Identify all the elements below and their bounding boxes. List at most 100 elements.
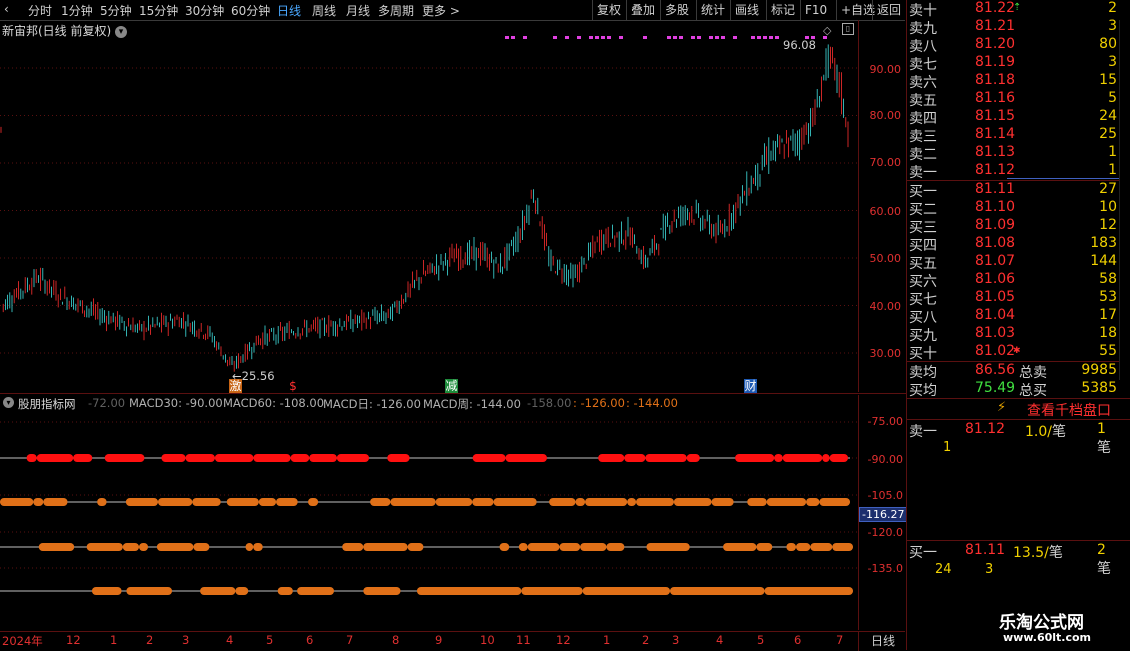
tab-60min[interactable]: 60分钟 — [231, 2, 270, 19]
tab-weekly[interactable]: 周线 — [312, 2, 336, 19]
buy-level-row[interactable]: 买六 81.06 58 — [907, 271, 1119, 290]
sell-level-row[interactable]: 卖八 81.20 80 — [907, 36, 1119, 55]
indicator-segment — [390, 498, 436, 506]
view-depth-button[interactable]: ⚡ 查看千档盘口 — [907, 399, 1130, 419]
tab-5min[interactable]: 5分钟 — [100, 2, 132, 19]
mark-button[interactable]: 标记 — [766, 0, 799, 20]
chart-title-wrap: 新宙邦(日线 前复权) ▾ — [2, 22, 128, 39]
star-icon: ✱ — [1013, 346, 1021, 356]
buy-level-row[interactable]: 买二 81.10 10 — [907, 199, 1119, 218]
sell-level-volume: 24 — [1099, 108, 1117, 124]
back-button[interactable]: 返回 — [872, 0, 905, 20]
buy-level-label: 买三 — [909, 220, 937, 236]
ask1-per-value: 1.0/ — [1025, 424, 1052, 440]
bid1-label: 买一 — [909, 545, 937, 561]
indicator-segment — [764, 587, 853, 595]
indicator-segment — [125, 498, 158, 506]
ind-value-0: -72.00 — [88, 396, 126, 410]
sell-level-row[interactable]: 卖五 81.16 5 — [907, 90, 1119, 109]
marker-ji[interactable]: 激 — [229, 379, 242, 393]
indicator-segment — [370, 498, 391, 506]
tl-label: 10 — [480, 633, 495, 647]
buy-level-row[interactable]: 买七 81.05 53 — [907, 289, 1119, 308]
tab-30min[interactable]: 30分钟 — [185, 2, 224, 19]
pane-divider[interactable] — [0, 393, 906, 394]
tab-more[interactable]: 更多 > — [422, 2, 460, 19]
restore-window-icon[interactable]: ▯ — [842, 23, 854, 35]
indicator-segment — [766, 498, 807, 506]
buy-level-row[interactable]: 买四 81.08 183 — [907, 235, 1119, 254]
marker-cai[interactable]: 财 — [744, 379, 757, 393]
ind-value-7: : -144.00 — [626, 396, 678, 410]
ind-tick-105: -105.0 — [867, 489, 903, 502]
tab-15min[interactable]: 15分钟 — [139, 2, 178, 19]
chevron-down-icon[interactable]: ▾ — [3, 397, 14, 408]
buy-level-row[interactable]: 买八 81.04 17 — [907, 307, 1119, 326]
signal-dot — [607, 36, 611, 39]
ind-macd30: MACD30: -90.00 — [129, 396, 223, 410]
chevron-down-icon[interactable]: ▾ — [115, 25, 128, 38]
sell-avg-row: 卖均 86.56 总卖 9985 — [907, 362, 1119, 381]
sell-level-volume: 80 — [1099, 36, 1117, 52]
view-depth-label: 查看千档盘口 — [1027, 403, 1111, 419]
buy-level-row[interactable]: 买三 81.09 12 — [907, 217, 1119, 236]
signal-dot — [763, 36, 767, 39]
buy-level-price: 81.08 — [975, 235, 1016, 251]
overlay-button[interactable]: 叠加 — [626, 0, 659, 20]
sell-level-row[interactable]: 卖三 81.14 25 — [907, 126, 1119, 145]
tl-label: 4 — [716, 633, 724, 647]
tab-daily[interactable]: 日线 — [277, 2, 301, 19]
draw-line-button[interactable]: 画线 — [730, 0, 763, 20]
buy-level-price: 81.07 — [975, 253, 1016, 269]
multi-stock-button[interactable]: 多股 — [660, 0, 693, 20]
tab-monthly[interactable]: 月线 — [346, 2, 370, 19]
buy-level-volume: 12 — [1099, 217, 1117, 233]
sell-level-label: 卖二 — [909, 147, 937, 163]
marker-dollar[interactable]: $ — [288, 379, 298, 393]
buy-level-row[interactable]: 买九 81.03 18 — [907, 325, 1119, 344]
magenta-signal-dots — [505, 36, 827, 39]
tl-label: 2024年 — [2, 634, 43, 648]
sell-level-row[interactable]: 卖二 81.13 1 — [907, 144, 1119, 163]
indicator-segment — [786, 543, 796, 551]
indicator-segment — [624, 454, 646, 462]
ind-tick-120: -120.0 — [867, 526, 903, 539]
indicator-segment — [472, 498, 494, 506]
buy-level-row[interactable]: 买一 81.11 27 — [907, 181, 1119, 200]
buy-level-row[interactable]: 买五 81.07 144 — [907, 253, 1119, 272]
statistics-button[interactable]: 统计 — [696, 0, 729, 20]
sell-level-price: 81.20 — [975, 36, 1016, 52]
ask1-label: 卖一 — [909, 424, 937, 440]
right-scroll-strip[interactable] — [1119, 20, 1130, 380]
tab-multi-period[interactable]: 多周期 — [378, 2, 414, 19]
buy-avg-value: 75.49 — [975, 380, 1016, 396]
fuquan-button[interactable]: 复权 — [592, 0, 625, 20]
indicator-segment — [756, 543, 773, 551]
sell-level-row[interactable]: 卖六 81.18 15 — [907, 72, 1119, 91]
toolbar-left-arrow[interactable]: ‹ — [4, 2, 9, 16]
indicator-segment — [645, 454, 687, 462]
period-indicator[interactable]: 日线 — [858, 632, 907, 651]
indicator-segment — [627, 498, 637, 506]
sell-level-volume: 25 — [1099, 126, 1117, 142]
indicator-segment — [521, 587, 583, 595]
indicator-segment — [308, 498, 319, 506]
buy-level-label: 买六 — [909, 274, 937, 290]
tab-1min[interactable]: 1分钟 — [61, 2, 93, 19]
f10-button[interactable]: F10 — [800, 0, 831, 20]
sell-level-row[interactable]: 卖九 81.21 3 — [907, 18, 1119, 37]
marker-jian[interactable]: 减 — [445, 379, 458, 393]
sell-level-row[interactable]: 卖四 81.15 24 — [907, 108, 1119, 127]
indicator-segment — [0, 498, 34, 506]
order-book-panel: 卖十 81.22 2 卖九 81.21 3 卖八 81.20 80 卖七 81.19 … — [906, 0, 1130, 650]
indicator-chart[interactable] — [0, 410, 858, 631]
sell-level-row[interactable]: 卖七 81.19 3 — [907, 54, 1119, 73]
sell-level-volume: 1 — [1108, 162, 1117, 178]
indicator-segment — [636, 498, 674, 506]
candlestick-chart[interactable] — [0, 20, 858, 392]
buy-avg-label: 买均 — [909, 383, 937, 399]
bid1-count-value: 2 — [1097, 542, 1106, 558]
tab-fenshi[interactable]: 分时 — [28, 2, 52, 19]
tl-label: 1 — [603, 633, 611, 647]
indicator-segment — [711, 498, 734, 506]
